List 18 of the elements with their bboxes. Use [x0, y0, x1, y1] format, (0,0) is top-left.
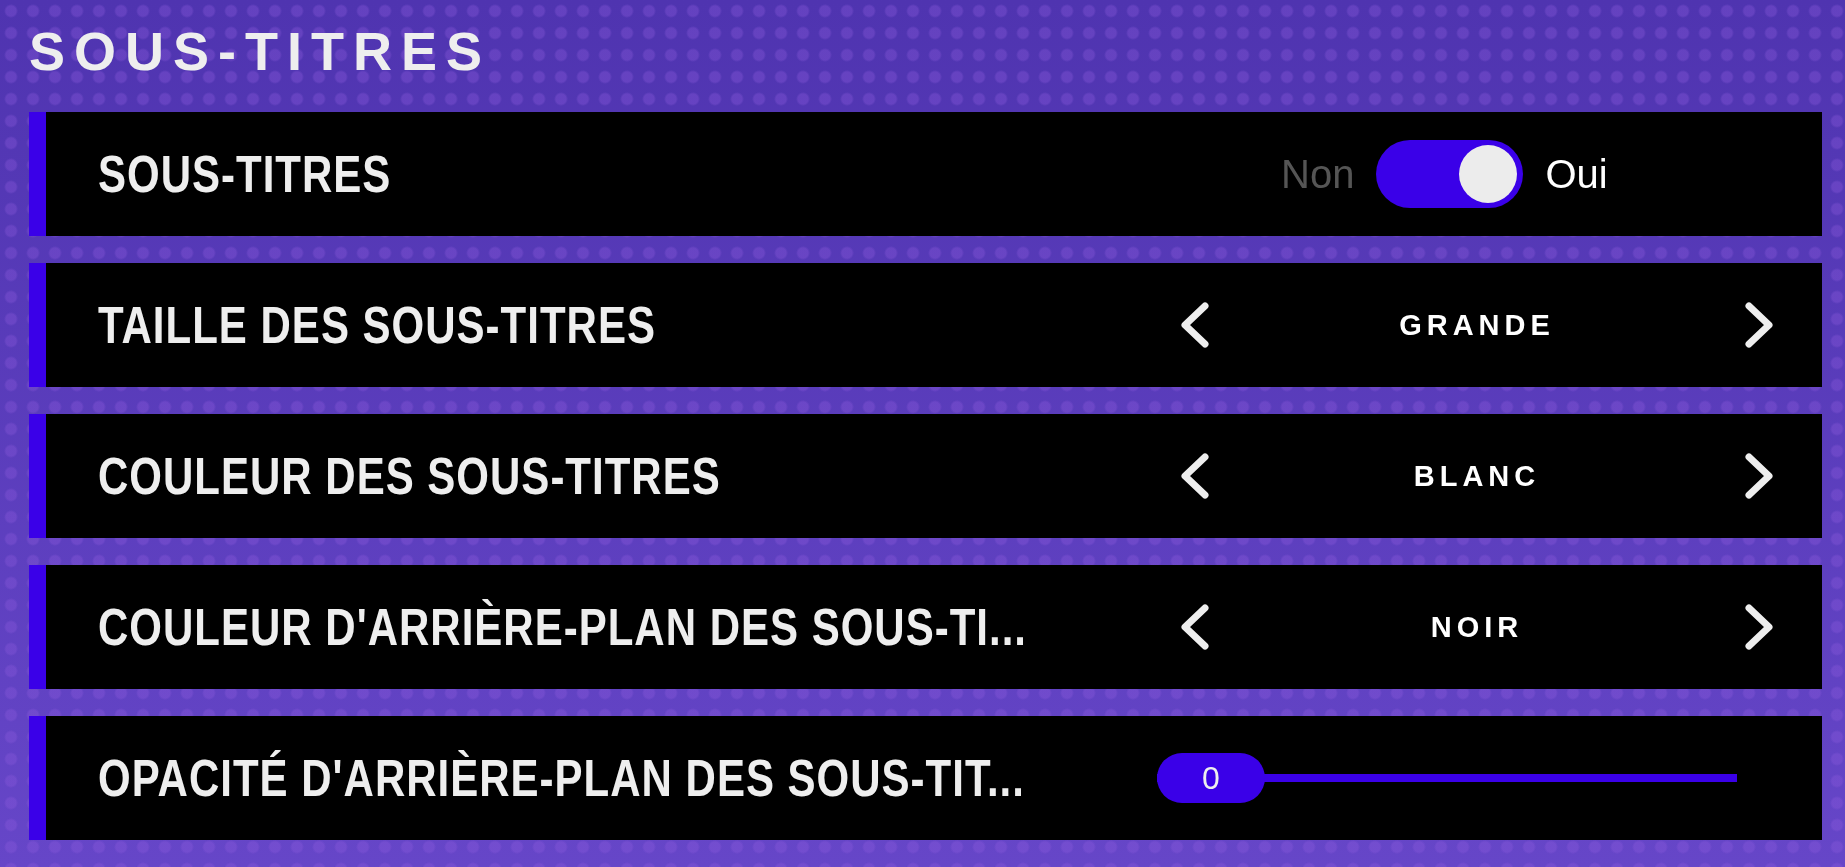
- section-title: SOUS-TITRES: [29, 22, 492, 80]
- selector-value: BLANC: [1413, 459, 1541, 493]
- setting-label: TAILLE DES SOUS-TITRES: [98, 295, 656, 355]
- selector-value: GRANDE: [1399, 308, 1555, 342]
- setting-label: SOUS-TITRES: [98, 144, 392, 204]
- setting-row[interactable]: TAILLE DES SOUS-TITRES GRANDE: [29, 263, 1822, 387]
- slider-thumb[interactable]: 0: [1157, 753, 1265, 803]
- setting-label: COULEUR D'ARRIÈRE-PLAN DES SOUS-TI...: [98, 597, 1028, 657]
- slider-track[interactable]: 0: [1157, 753, 1737, 803]
- selector-value: NOIR: [1430, 610, 1524, 644]
- setting-label: COULEUR DES SOUS-TITRES: [98, 446, 721, 506]
- toggle-on-label: Oui: [1545, 151, 1608, 197]
- setting-row[interactable]: SOUS-TITRES Non Oui: [29, 112, 1822, 236]
- setting-row[interactable]: COULEUR D'ARRIÈRE-PLAN DES SOUS-TI... NOIR: [29, 565, 1822, 689]
- toggle-off-label: Non: [1281, 151, 1355, 197]
- setting-label: OPACITÉ D'ARRIÈRE-PLAN DES SOUS-TIT...: [98, 748, 1025, 808]
- setting-row[interactable]: OPACITÉ D'ARRIÈRE-PLAN DES SOUS-TIT... 0: [29, 716, 1822, 840]
- setting-row[interactable]: COULEUR DES SOUS-TITRES BLANC: [29, 414, 1822, 538]
